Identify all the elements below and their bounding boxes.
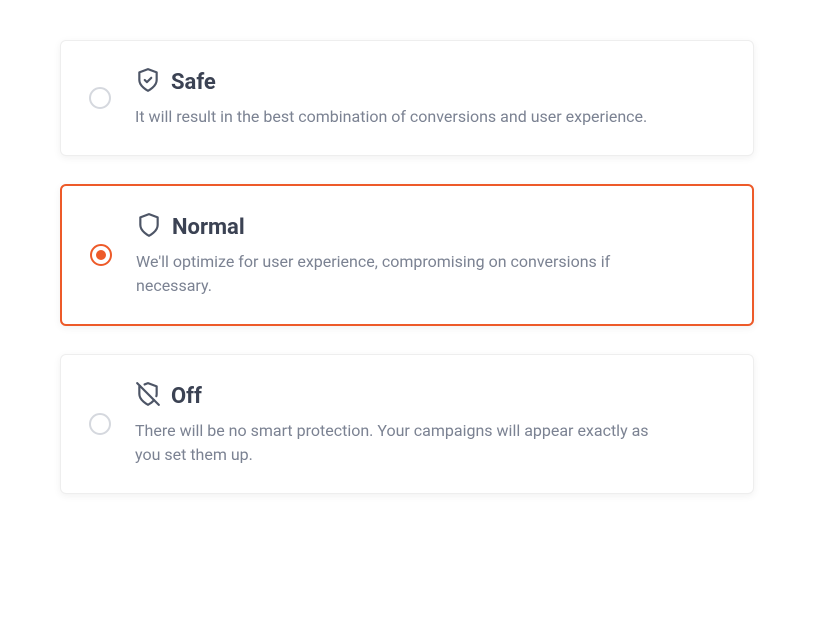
option-off[interactable]: Off There will be no smart protection. Y… [60,354,754,494]
option-safe-title: Safe [171,70,216,95]
shield-icon [136,212,172,242]
radio-normal[interactable] [90,244,136,266]
option-safe-content: Safe It will result in the best combinat… [135,67,723,129]
option-safe-description: It will result in the best combination o… [135,105,655,129]
option-normal-content: Normal We'll optimize for user experienc… [136,212,722,298]
option-off-description: There will be no smart protection. Your … [135,419,655,467]
option-normal-title: Normal [172,215,245,240]
shield-off-icon [135,381,171,411]
radio-safe[interactable] [89,87,135,109]
option-off-title: Off [171,384,202,409]
option-safe[interactable]: Safe It will result in the best combinat… [60,40,754,156]
shield-check-icon [135,67,171,97]
option-normal-description: We'll optimize for user experience, comp… [136,250,656,298]
radio-off[interactable] [89,413,135,435]
option-normal[interactable]: Normal We'll optimize for user experienc… [60,184,754,326]
option-off-content: Off There will be no smart protection. Y… [135,381,723,467]
